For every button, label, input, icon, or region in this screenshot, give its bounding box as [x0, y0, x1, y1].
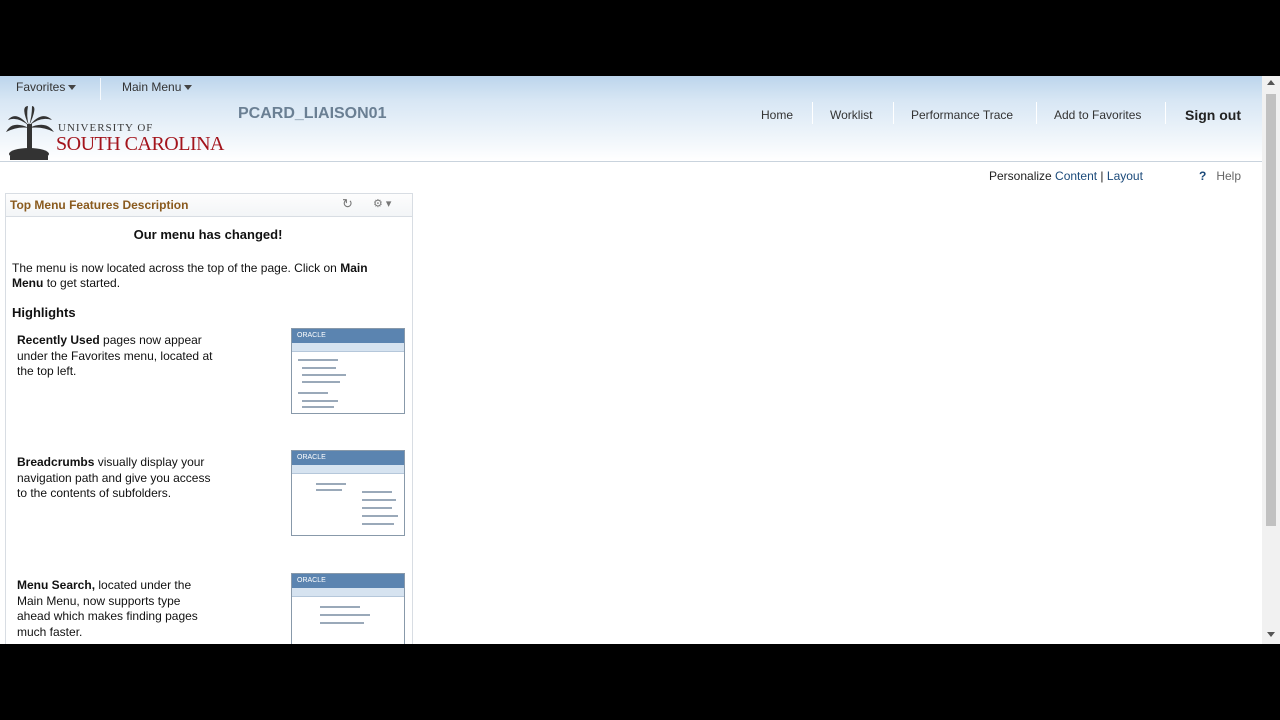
- thumbnail-line: [362, 515, 398, 517]
- pagelet-heading: Our menu has changed!: [133, 227, 283, 242]
- menu-bar: Favorites Main Menu: [0, 76, 1262, 100]
- main-menu-label: Main Menu: [122, 80, 182, 94]
- scroll-down-icon[interactable]: [1267, 632, 1275, 637]
- link-divider: [1165, 102, 1166, 124]
- worklist-link[interactable]: Worklist: [830, 108, 872, 122]
- thumbnail-line: [362, 499, 396, 501]
- favorites-menu[interactable]: Favorites: [16, 80, 77, 94]
- scrollbar-thumb[interactable]: [1266, 94, 1276, 526]
- thumbnail-line: [302, 381, 340, 383]
- add-to-favorites-link[interactable]: Add to Favorites: [1054, 108, 1141, 122]
- sign-out-link[interactable]: Sign out: [1185, 107, 1241, 123]
- thumbnail-brand: ORACLE: [292, 451, 404, 465]
- home-link[interactable]: Home: [761, 108, 793, 122]
- logo-line2: SOUTH CAROLINA: [56, 133, 225, 155]
- thumbnail-line: [362, 491, 392, 493]
- thumbnail-line: [302, 367, 336, 369]
- main-menu[interactable]: Main Menu: [122, 80, 193, 94]
- chevron-down-icon: [184, 85, 193, 91]
- personalize-bar: Personalize Content | Layout: [989, 169, 1143, 183]
- refresh-icon[interactable]: ↻: [342, 196, 353, 212]
- thumbnail-brand: ORACLE: [292, 329, 404, 343]
- personalize-separator: |: [1100, 169, 1104, 183]
- thumbnail-line: [302, 374, 346, 376]
- help-label: Help: [1216, 169, 1242, 183]
- gear-icon[interactable]: ⚙ ▾: [373, 197, 391, 210]
- thumbnail-line: [302, 400, 338, 402]
- feature-title: Menu Search,: [17, 578, 96, 592]
- personalize-label: Personalize: [989, 169, 1052, 183]
- university-logo: UNIVERSITY OF SOUTH CAROLINA: [6, 106, 226, 164]
- browser-viewport: Favorites Main Menu UNIVERSITY OF SOUTH …: [0, 76, 1280, 644]
- thumbnail-line: [320, 614, 370, 616]
- thumbnail-line: [316, 489, 342, 491]
- intro-text: The menu is now located across the top o…: [12, 261, 402, 291]
- feature-menu-search: Menu Search, located under the Main Menu…: [17, 578, 217, 640]
- link-divider: [893, 102, 894, 124]
- link-divider: [1036, 102, 1037, 124]
- recently-used-thumbnail: ORACLE: [291, 328, 405, 414]
- vertical-scrollbar[interactable]: [1262, 76, 1280, 644]
- thumbnail-line: [362, 523, 394, 525]
- personalize-layout-link[interactable]: Layout: [1107, 169, 1143, 183]
- thumbnail-line: [362, 507, 392, 509]
- user-id: PCARD_LIAISON01: [238, 105, 387, 122]
- thumbnail-line: [298, 359, 338, 361]
- thumbnail-line: [316, 483, 346, 485]
- thumbnail-line: [302, 406, 334, 408]
- page-header: Favorites Main Menu UNIVERSITY OF SOUTH …: [0, 76, 1262, 162]
- help-link[interactable]: ? Help: [1199, 169, 1241, 183]
- breadcrumbs-thumbnail: ORACLE: [291, 450, 405, 536]
- feature-recently-used: Recently Used pages now appear under the…: [17, 333, 217, 380]
- pagelet-header: Top Menu Features Description ↻ ⚙ ▾: [6, 194, 412, 217]
- palmetto-tree-icon: [6, 106, 54, 160]
- intro-post: to get started.: [46, 276, 121, 290]
- thumbnail-subbar: [292, 343, 404, 352]
- scroll-up-icon[interactable]: [1267, 80, 1275, 85]
- chevron-down-icon: [68, 85, 77, 91]
- top-menu-pagelet: Top Menu Features Description ↻ ⚙ ▾ Our …: [5, 193, 413, 644]
- personalize-content-link[interactable]: Content: [1055, 169, 1097, 183]
- favorites-label: Favorites: [16, 80, 66, 94]
- highlights-heading: Highlights: [12, 305, 76, 320]
- thumbnail-brand: ORACLE: [292, 574, 404, 588]
- feature-title: Recently Used: [17, 333, 100, 347]
- feature-title: Breadcrumbs: [17, 455, 95, 469]
- feature-breadcrumbs: Breadcrumbs visually display your naviga…: [17, 455, 217, 502]
- thumbnail-line: [320, 606, 360, 608]
- help-icon: ?: [1199, 169, 1207, 183]
- thumbnail-subbar: [292, 465, 404, 474]
- menu-divider: [100, 78, 101, 100]
- link-divider: [812, 102, 813, 124]
- pagelet-title: Top Menu Features Description: [10, 198, 189, 212]
- thumbnail-subbar: [292, 588, 404, 597]
- thumbnail-line: [320, 622, 364, 624]
- thumbnail-line: [298, 392, 328, 394]
- intro-pre: The menu is now located across the top o…: [12, 261, 337, 275]
- menu-search-thumbnail: ORACLE: [291, 573, 405, 644]
- performance-trace-link[interactable]: Performance Trace: [911, 108, 1013, 122]
